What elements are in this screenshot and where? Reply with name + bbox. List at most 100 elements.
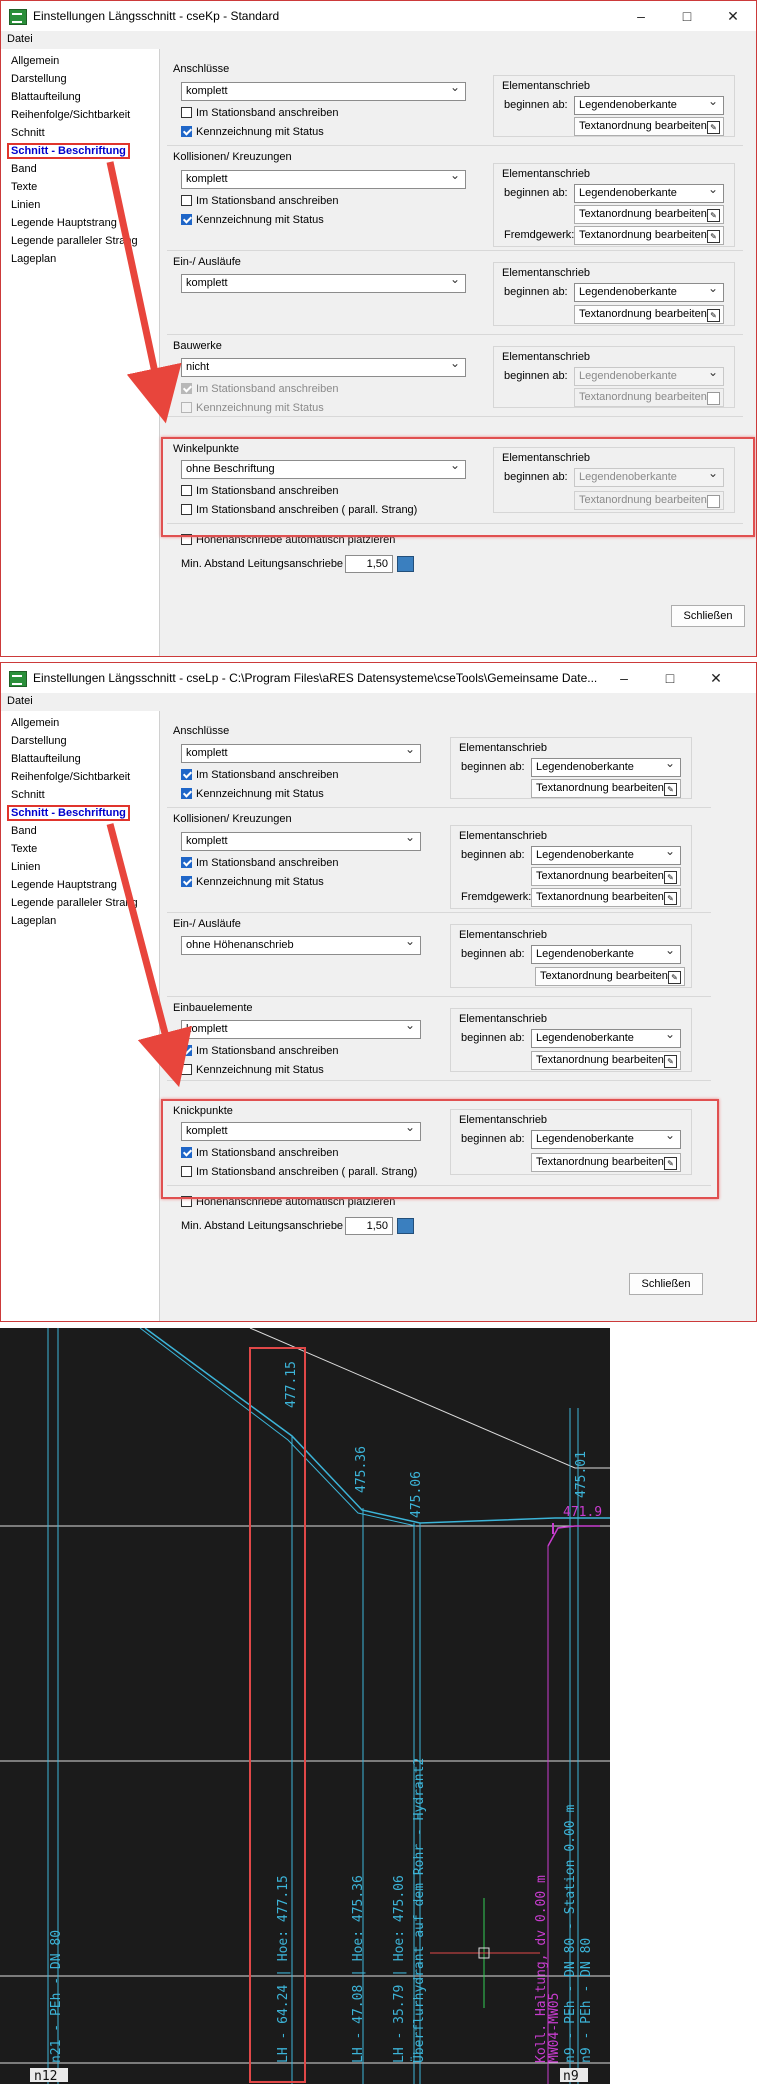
anschluesse-stationsband-checkbox[interactable]: Im Stationsband anschreiben — [181, 107, 338, 119]
beginnen-select[interactable]: Legendenoberkante — [574, 184, 724, 203]
checkbox-box[interactable] — [181, 1045, 192, 1056]
checkbox-box[interactable] — [181, 383, 192, 394]
fremdgewerk-textanordnung-button[interactable]: Textanordnung bearbeiten ✎ — [574, 226, 724, 245]
cad-profile-view[interactable]: 477.15 475.36 475.06 475.01 471.9 n21 - … — [0, 1328, 610, 2084]
nav-item-texte[interactable]: Texte — [11, 181, 37, 193]
close-button[interactable]: Schließen — [629, 1273, 703, 1295]
minimize-icon[interactable]: – — [618, 1, 664, 31]
nav-item-texte[interactable]: Texte — [11, 843, 37, 855]
nav-item-schnitt[interactable]: Schnitt — [11, 127, 45, 139]
anschluesse-stationsband-checkbox[interactable]: Im Stationsband anschreiben — [181, 769, 338, 781]
maximize-icon[interactable]: □ — [664, 1, 710, 31]
menu-bar: Datei — [1, 693, 756, 711]
nav-item-allgemein[interactable]: Allgemein — [11, 55, 59, 67]
nav-item-darstellung[interactable]: Darstellung — [11, 735, 67, 747]
anschluesse-status-checkbox[interactable]: Kennzeichnung mit Status — [181, 126, 324, 138]
close-button[interactable]: Schließen — [671, 605, 745, 627]
checkbox-box[interactable] — [181, 402, 192, 413]
nav-item-blattaufteilung[interactable]: Blattaufteilung — [11, 753, 81, 765]
beginnen-select[interactable]: Legendenoberkante — [574, 367, 724, 386]
close-icon[interactable]: ✕ — [693, 663, 739, 693]
beginnen-select[interactable]: Legendenoberkante — [574, 283, 724, 302]
nav-item-schnitt-beschriftung[interactable]: Schnitt - Beschriftung — [7, 805, 130, 821]
anschluesse-select[interactable]: komplett — [181, 744, 421, 763]
textanordnung-button[interactable]: Textanordnung bearbeiten ✎ — [574, 205, 724, 224]
checkbox-box[interactable] — [181, 857, 192, 868]
label-lh-3579: LH - 35.79 | Hoe: 475.06 — [392, 1875, 407, 2063]
bauwerke-stationsband-checkbox[interactable]: Im Stationsband anschreiben — [181, 383, 338, 395]
maximize-icon[interactable]: □ — [647, 663, 693, 693]
textanordnung-button[interactable]: Textanordnung bearbeiten ✎ — [531, 779, 681, 798]
einbauelemente-stationsband-checkbox[interactable]: Im Stationsband anschreiben — [181, 1045, 338, 1057]
nav-item-blattaufteilung[interactable]: Blattaufteilung — [11, 91, 81, 103]
einauslaeufe-select[interactable]: komplett — [181, 274, 466, 293]
label-top-47501: 475.01 — [574, 1451, 589, 1498]
min-abstand-input[interactable]: 1,50 — [345, 555, 393, 573]
nav-item-reihenfolge[interactable]: Reihenfolge/Sichtbarkeit — [11, 771, 130, 783]
textanordnung-button[interactable]: Textanordnung bearbeiten ✎ — [531, 867, 681, 886]
nav-item-allgemein[interactable]: Allgemein — [11, 717, 59, 729]
section-einauslaeufe: Ein-/ Ausläufe komplett Elementanschrieb… — [167, 250, 743, 335]
section-title: Ein-/ Ausläufe — [173, 918, 241, 930]
checkbox-box[interactable] — [181, 788, 192, 799]
menu-datei[interactable]: Datei — [7, 33, 33, 45]
kollisionen-stationsband-checkbox[interactable]: Im Stationsband anschreiben — [181, 857, 338, 869]
einbauelemente-select[interactable]: komplett — [181, 1020, 421, 1039]
elementanschrieb-group: Elementanschrieb beginnen ab: Legendenob… — [493, 163, 735, 247]
textanordnung-button[interactable]: Textanordnung bearbeiten ✎ — [574, 305, 724, 324]
beginnen-select[interactable]: Legendenoberkante — [574, 96, 724, 115]
calculator-icon[interactable] — [397, 556, 414, 572]
kollisionen-select[interactable]: komplett — [181, 832, 421, 851]
beginnen-label: beginnen ab: — [504, 286, 568, 298]
beginnen-select[interactable]: Legendenoberkante — [531, 846, 681, 865]
bauwerke-status-checkbox[interactable]: Kennzeichnung mit Status — [181, 402, 324, 414]
beginnen-select[interactable]: Legendenoberkante — [531, 758, 681, 777]
nav-item-band[interactable]: Band — [11, 163, 37, 175]
min-abstand-input[interactable]: 1,50 — [345, 1217, 393, 1235]
einbauelemente-status-checkbox[interactable]: Kennzeichnung mit Status — [181, 1064, 324, 1076]
checkbox-box[interactable] — [181, 1064, 192, 1075]
menu-datei[interactable]: Datei — [7, 695, 33, 707]
bauwerke-select[interactable]: nicht — [181, 358, 466, 377]
nav-item-lageplan[interactable]: Lageplan — [11, 915, 56, 927]
nav-item-legende-parallel[interactable]: Legende paralleler Strang — [11, 897, 138, 909]
close-icon[interactable]: ✕ — [710, 1, 756, 31]
cad-canvas[interactable]: 477.15 475.36 475.06 475.01 471.9 n21 - … — [0, 1328, 610, 2084]
group-title: Elementanschrieb — [459, 929, 548, 941]
beginnen-select[interactable]: Legendenoberkante — [531, 945, 681, 964]
einauslaeufe-select[interactable]: ohne Höhenanschrieb — [181, 936, 421, 955]
anschluesse-status-checkbox[interactable]: Kennzeichnung mit Status — [181, 788, 324, 800]
checkbox-box[interactable] — [181, 195, 192, 206]
node-label-n12: n12 — [34, 2069, 57, 2084]
nav-item-band[interactable]: Band — [11, 825, 37, 837]
checkbox-box[interactable] — [181, 769, 192, 780]
textanordnung-button[interactable]: Textanordnung bearbeiten ✎ — [531, 1051, 681, 1070]
kollisionen-select[interactable]: komplett — [181, 170, 466, 189]
fremdgewerk-textanordnung-button[interactable]: Textanordnung bearbeiten ✎ — [531, 888, 681, 907]
kollisionen-status-checkbox[interactable]: Kennzeichnung mit Status — [181, 214, 324, 226]
nav-item-lageplan[interactable]: Lageplan — [11, 253, 56, 265]
nav-item-legende-haupt[interactable]: Legende Hauptstrang — [11, 217, 117, 229]
nav-item-linien[interactable]: Linien — [11, 199, 40, 211]
nav-item-linien[interactable]: Linien — [11, 861, 40, 873]
kollisionen-status-checkbox[interactable]: Kennzeichnung mit Status — [181, 876, 324, 888]
textanordnung-button[interactable]: Textanordnung bearbeiten ✎ — [574, 117, 724, 136]
checkbox-box[interactable] — [181, 876, 192, 887]
beginnen-select[interactable]: Legendenoberkante — [531, 1029, 681, 1048]
textanordnung-button[interactable]: Textanordnung bearbeiten ✎ — [535, 967, 685, 986]
nav-item-schnitt[interactable]: Schnitt — [11, 789, 45, 801]
calculator-icon[interactable] — [397, 1218, 414, 1234]
checkbox-box[interactable] — [181, 126, 192, 137]
checkbox-box[interactable] — [181, 107, 192, 118]
minimize-icon[interactable]: – — [601, 663, 647, 693]
nav-item-reihenfolge[interactable]: Reihenfolge/Sichtbarkeit — [11, 109, 130, 121]
anschluesse-select[interactable]: komplett — [181, 82, 466, 101]
textanordnung-button[interactable]: Textanordnung bearbeiten — [574, 388, 724, 407]
nav-item-schnitt-beschriftung[interactable]: Schnitt - Beschriftung — [7, 143, 130, 159]
nav-item-legende-haupt[interactable]: Legende Hauptstrang — [11, 879, 117, 891]
nav-item-darstellung[interactable]: Darstellung — [11, 73, 67, 85]
nav-item-legende-parallel[interactable]: Legende paralleler Strang — [11, 235, 138, 247]
checkbox-box[interactable] — [181, 214, 192, 225]
label-lh-6424: LH - 64.24 | Hoe: 477.15 — [276, 1875, 291, 2063]
kollisionen-stationsband-checkbox[interactable]: Im Stationsband anschreiben — [181, 195, 338, 207]
